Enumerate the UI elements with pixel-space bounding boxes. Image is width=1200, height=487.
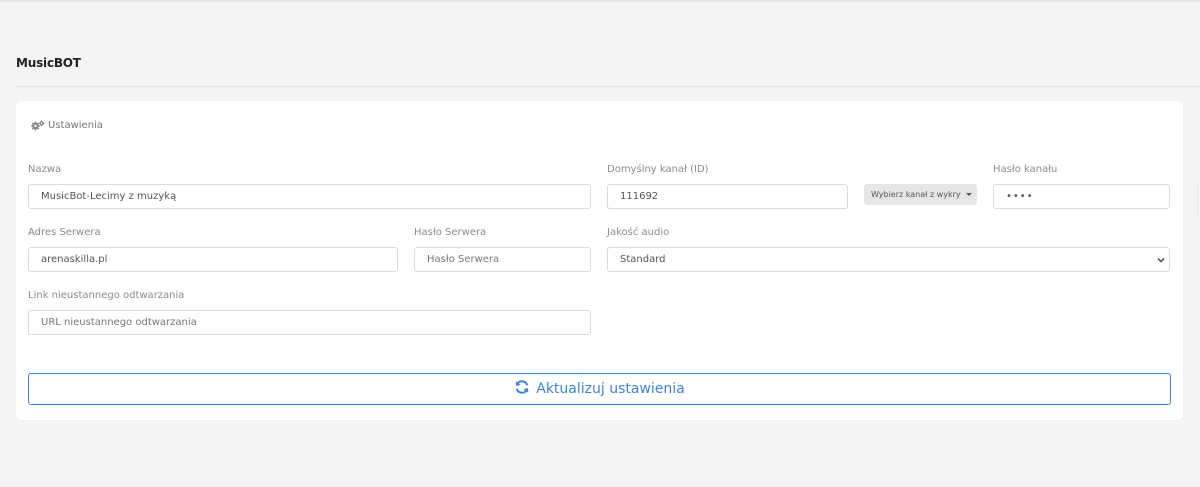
audio-quality-label: Jakość audio [607, 227, 670, 238]
gears-icon [31, 120, 45, 131]
refresh-icon [514, 379, 530, 399]
bot-name-input[interactable]: MusicBot-Lecimy z muzyką [28, 184, 591, 209]
channel-picker-button[interactable]: Wybierz kanał z wykrytych [864, 184, 977, 205]
chevron-down-icon [1157, 256, 1165, 264]
server-address-label: Adres Serwera [28, 227, 101, 238]
stream-link-input[interactable]: URL nieustannego odtwarzania [28, 310, 591, 335]
audio-quality-value: Standard [620, 254, 666, 265]
caret-down-icon [966, 193, 972, 196]
card-header: Ustawienia [31, 120, 103, 131]
server-address-input[interactable]: arenaskilla.pl [28, 247, 398, 272]
server-password-label: Hasło Serwera [414, 227, 487, 238]
default-channel-label: Domyślny kanał (ID) [607, 164, 709, 175]
page-title: MusicBOT [16, 56, 81, 70]
audio-quality-select[interactable]: Standard [607, 247, 1170, 272]
channel-picker-label: Wybierz kanał z wykrytych [871, 190, 961, 199]
title-divider [16, 86, 1200, 87]
top-divider [0, 0, 1200, 2]
default-channel-input[interactable]: 111692 [607, 184, 848, 209]
update-settings-button[interactable]: Aktualizuj ustawienia [28, 373, 1171, 405]
server-password-input[interactable]: Hasło Serwera [414, 247, 591, 272]
channel-password-input[interactable]: •••• [993, 184, 1170, 209]
settings-card: Ustawienia Nazwa MusicBot-Lecimy z muzyk… [16, 101, 1183, 420]
stream-link-label: Link nieustannego odtwarzania [28, 290, 185, 301]
name-label: Nazwa [28, 164, 62, 175]
update-settings-label: Aktualizuj ustawienia [536, 381, 685, 397]
card-header-label: Ustawienia [48, 120, 103, 131]
channel-password-label: Hasło kanału [993, 164, 1058, 175]
